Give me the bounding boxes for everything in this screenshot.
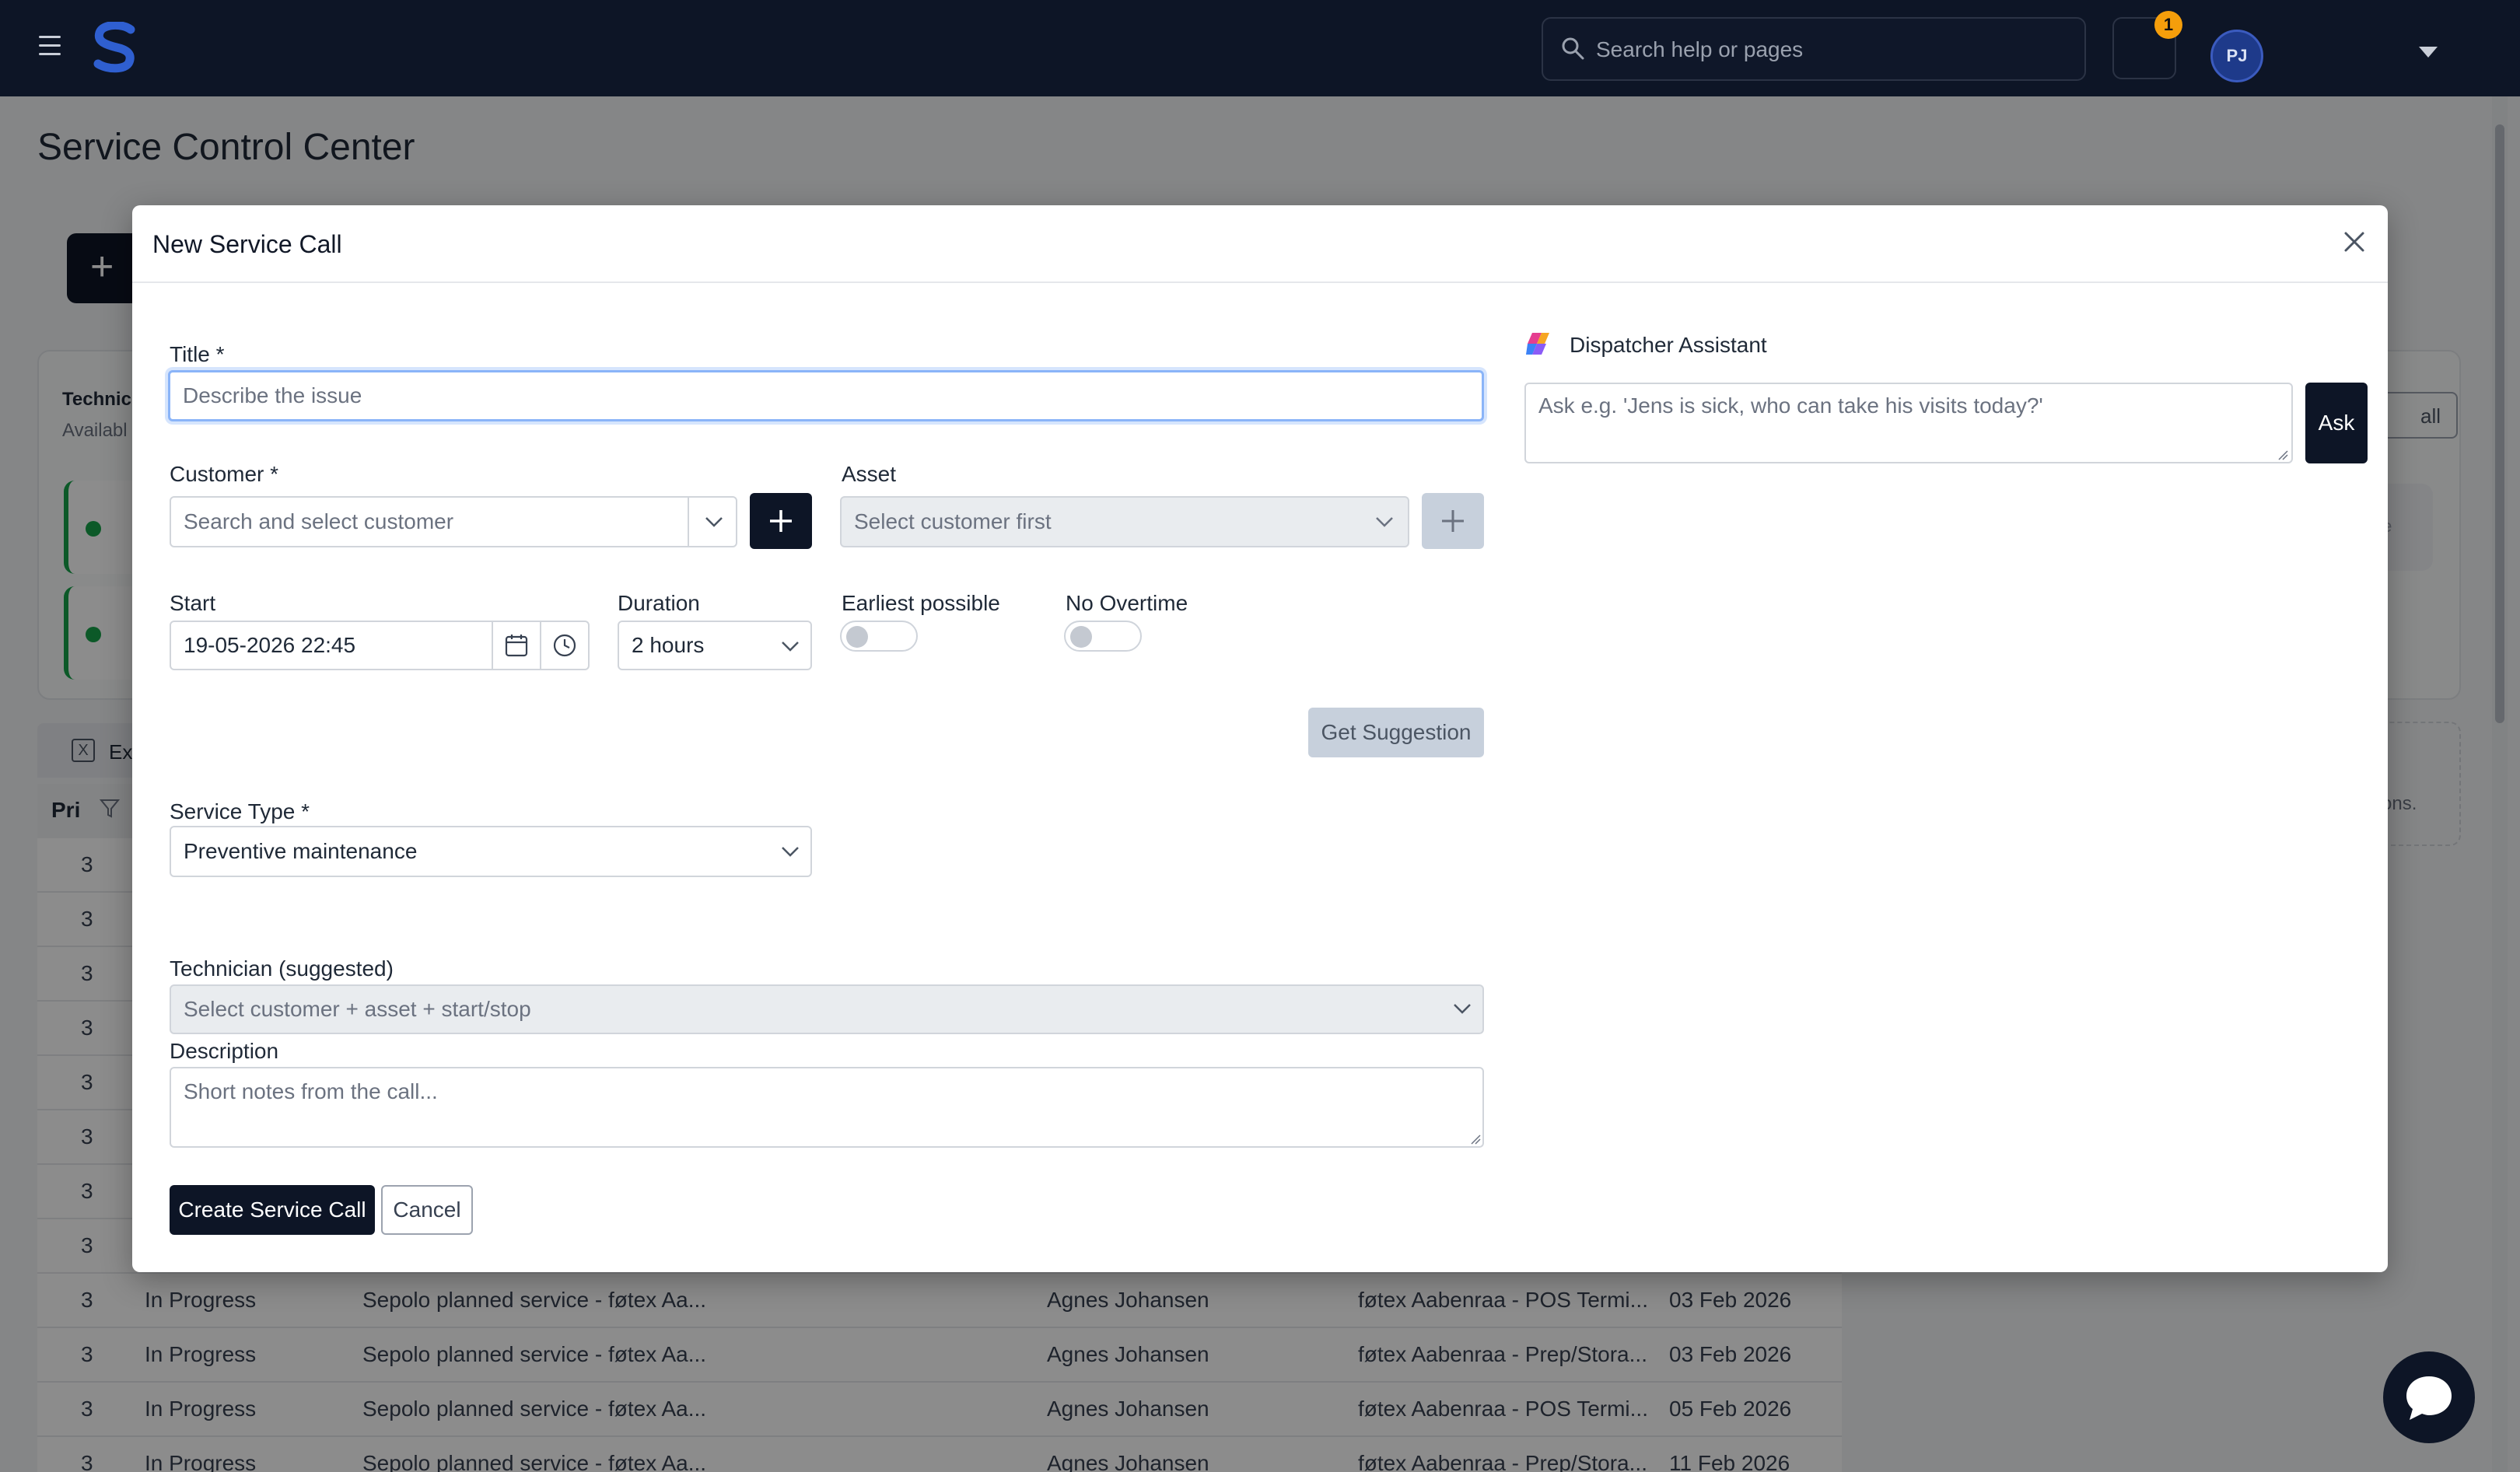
- resize-grip-icon[interactable]: [1470, 1134, 1481, 1145]
- assistant-placeholder: Ask e.g. 'Jens is sick, who can take his…: [1538, 393, 2043, 418]
- assistant-input[interactable]: Ask e.g. 'Jens is sick, who can take his…: [1524, 383, 2293, 463]
- bell-icon: [2130, 33, 2161, 64]
- technician-label: Technician (suggested): [170, 956, 394, 981]
- dialog-title: New Service Call: [152, 230, 342, 258]
- get-suggestion-button[interactable]: Get Suggestion: [1308, 708, 1484, 757]
- description-placeholder: Short notes from the call...: [184, 1079, 438, 1103]
- earliest-possible-label: Earliest possible: [842, 591, 1000, 615]
- chevron-down-icon: [1454, 1004, 1471, 1014]
- customer-select[interactable]: Search and select customer: [170, 496, 737, 547]
- no-overtime-label: No Overtime: [1066, 591, 1188, 615]
- technician-select[interactable]: Select customer + asset + start/stop: [170, 984, 1484, 1034]
- ask-button[interactable]: Ask: [2305, 383, 2368, 463]
- title-input[interactable]: Describe the issue: [168, 370, 1484, 421]
- divider: [688, 498, 689, 546]
- customer-label: Customer *: [170, 462, 279, 486]
- assistant-title: Dispatcher Assistant: [1570, 333, 1767, 357]
- asset-placeholder: Select customer first: [854, 509, 1052, 533]
- service-type-label: Service Type *: [170, 799, 310, 823]
- service-type-value: Preventive maintenance: [184, 839, 418, 863]
- chevron-down-icon: [1376, 517, 1393, 527]
- calendar-icon[interactable]: [504, 633, 529, 658]
- chevron-down-icon[interactable]: [2419, 47, 2438, 58]
- duration-label: Duration: [618, 591, 700, 615]
- search-icon: [1562, 37, 1584, 60]
- chat-icon: [2406, 1376, 2452, 1420]
- cancel-button[interactable]: Cancel: [381, 1185, 473, 1235]
- toggle-knob: [846, 626, 868, 648]
- plus-icon: [1442, 510, 1464, 532]
- logo-icon[interactable]: [92, 22, 138, 73]
- chevron-down-icon: [782, 642, 799, 652]
- top-bar: 1 PJ: [0, 0, 2520, 96]
- global-search[interactable]: [1542, 17, 2086, 81]
- notification-badge: 1: [2154, 11, 2182, 39]
- no-overtime-toggle[interactable]: [1064, 621, 1142, 652]
- close-icon[interactable]: [2335, 222, 2374, 261]
- resize-grip-icon[interactable]: [2277, 449, 2288, 460]
- description-label: Description: [170, 1039, 279, 1063]
- earliest-possible-toggle[interactable]: [840, 621, 918, 652]
- divider: [492, 622, 493, 669]
- technician-placeholder: Select customer + asset + start/stop: [184, 997, 531, 1021]
- start-label: Start: [170, 591, 216, 615]
- chevron-down-icon[interactable]: [703, 515, 725, 529]
- chat-button[interactable]: [2383, 1351, 2475, 1443]
- asset-select[interactable]: Select customer first: [840, 496, 1409, 547]
- dialog-header: New Service Call: [132, 205, 2388, 283]
- title-placeholder: Describe the issue: [183, 383, 362, 407]
- new-service-call-dialog: New Service Call Title * Describe the is…: [132, 205, 2388, 1272]
- avatar[interactable]: PJ: [2210, 30, 2263, 82]
- chevron-down-icon: [782, 847, 799, 857]
- clock-icon[interactable]: [552, 633, 577, 658]
- menu-icon[interactable]: [39, 36, 61, 55]
- assistant-icon: [1526, 333, 1549, 355]
- plus-icon: [770, 510, 792, 532]
- add-customer-button[interactable]: [750, 493, 812, 549]
- search-input[interactable]: [1596, 33, 2063, 67]
- customer-placeholder: Search and select customer: [184, 509, 454, 533]
- asset-label: Asset: [842, 462, 897, 486]
- toggle-knob: [1070, 626, 1092, 648]
- service-type-select[interactable]: Preventive maintenance: [170, 826, 812, 877]
- divider: [540, 622, 541, 669]
- add-asset-button[interactable]: [1422, 493, 1484, 549]
- start-datetime-input[interactable]: 19-05-2026 22:45: [170, 621, 590, 670]
- create-service-call-button[interactable]: Create Service Call: [170, 1185, 375, 1235]
- duration-select[interactable]: 2 hours: [618, 621, 812, 670]
- description-textarea[interactable]: Short notes from the call...: [170, 1067, 1484, 1148]
- title-label: Title *: [170, 342, 225, 366]
- duration-value: 2 hours: [632, 633, 705, 657]
- start-value: 19-05-2026 22:45: [184, 633, 356, 657]
